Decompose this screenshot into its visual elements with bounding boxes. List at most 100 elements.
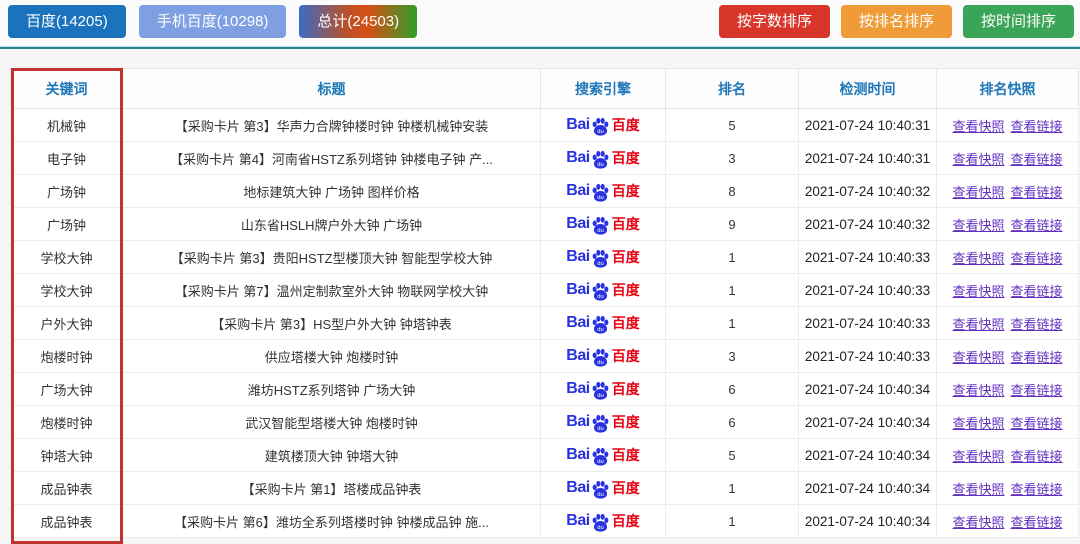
toolbar: 百度(14205) 手机百度(10298) 总计(24503) 按字数排序 按排… bbox=[0, 0, 1080, 46]
time-cell: 2021-07-24 10:40:32 bbox=[799, 208, 937, 241]
view-link-link[interactable]: 查看链接 bbox=[1011, 482, 1063, 497]
table-row: 广场大钟 潍坊HSTZ系列塔钟 广场大钟 Bai du 百度 6 2021-07… bbox=[11, 373, 1079, 406]
rank-cell: 1 bbox=[666, 307, 799, 340]
svg-text:du: du bbox=[597, 261, 603, 267]
view-snapshot-link[interactable]: 查看快照 bbox=[952, 317, 1004, 332]
title-cell: 山东省HSLH牌户外大钟 广场钟 bbox=[123, 208, 541, 241]
baidu-logo-bai-text: Bai bbox=[566, 248, 589, 266]
view-snapshot-link[interactable]: 查看快照 bbox=[952, 416, 1004, 431]
snapshot-cell: 查看快照查看链接 bbox=[937, 472, 1079, 505]
baidu-logo: Bai du 百度 bbox=[566, 214, 639, 234]
view-link-link[interactable]: 查看链接 bbox=[1011, 251, 1063, 266]
time-cell: 2021-07-24 10:40:32 bbox=[799, 175, 937, 208]
baidu-logo-bai-text: Bai bbox=[566, 413, 589, 431]
filter-baidu-button[interactable]: 百度(14205) bbox=[8, 5, 126, 38]
time-cell: 2021-07-24 10:40:34 bbox=[799, 505, 937, 538]
table-row: 学校大钟 【采购卡片 第7】温州定制款室外大钟 物联网学校大钟 Bai du 百… bbox=[11, 274, 1079, 307]
engine-cell: Bai du 百度 bbox=[541, 373, 666, 406]
baidu-logo: Bai du 百度 bbox=[566, 148, 639, 168]
baidu-logo-bai-text: Bai bbox=[566, 182, 589, 200]
view-link-link[interactable]: 查看链接 bbox=[1011, 416, 1063, 431]
baidu-logo-cn-text: 百度 bbox=[612, 181, 640, 201]
view-snapshot-link[interactable]: 查看快照 bbox=[952, 383, 1004, 398]
engine-cell: Bai du 百度 bbox=[541, 142, 666, 175]
view-snapshot-link[interactable]: 查看快照 bbox=[952, 119, 1004, 134]
engine-cell: Bai du 百度 bbox=[541, 307, 666, 340]
view-snapshot-link[interactable]: 查看快照 bbox=[952, 251, 1004, 266]
sort-by-time-button[interactable]: 按时间排序 bbox=[963, 5, 1074, 38]
table-row: 钟塔大钟 建筑楼顶大钟 钟塔大钟 Bai du 百度 5 2021-07-24 … bbox=[11, 439, 1079, 472]
baidu-logo: Bai du 百度 bbox=[566, 181, 639, 201]
engine-cell: Bai du 百度 bbox=[541, 439, 666, 472]
time-cell: 2021-07-24 10:40:33 bbox=[799, 274, 937, 307]
baidu-paw-icon: du bbox=[591, 381, 610, 400]
filter-button-group: 百度(14205) 手机百度(10298) 总计(24503) bbox=[8, 5, 417, 38]
rank-cell: 9 bbox=[666, 208, 799, 241]
time-cell: 2021-07-24 10:40:31 bbox=[799, 109, 937, 142]
view-link-link[interactable]: 查看链接 bbox=[1011, 449, 1063, 464]
view-snapshot-link[interactable]: 查看快照 bbox=[952, 515, 1004, 530]
time-cell: 2021-07-24 10:40:34 bbox=[799, 406, 937, 439]
view-snapshot-link[interactable]: 查看快照 bbox=[952, 218, 1004, 233]
rank-cell: 3 bbox=[666, 340, 799, 373]
title-cell: 潍坊HSTZ系列塔钟 广场大钟 bbox=[123, 373, 541, 406]
view-link-link[interactable]: 查看链接 bbox=[1011, 185, 1063, 200]
baidu-paw-icon: du bbox=[591, 414, 610, 433]
baidu-paw-icon: du bbox=[591, 183, 610, 202]
table-row: 电子钟 【采购卡片 第4】河南省HSTZ系列塔钟 钟楼电子钟 产... Bai … bbox=[11, 142, 1079, 175]
keyword-cell: 广场钟 bbox=[11, 175, 123, 208]
view-link-link[interactable]: 查看链接 bbox=[1011, 218, 1063, 233]
svg-text:du: du bbox=[597, 426, 603, 432]
header-rank: 排名 bbox=[666, 69, 799, 109]
time-cell: 2021-07-24 10:40:31 bbox=[799, 142, 937, 175]
snapshot-cell: 查看快照查看链接 bbox=[937, 406, 1079, 439]
table-row: 炮楼时钟 供应塔楼大钟 炮楼时钟 Bai du 百度 3 2021-07-24 … bbox=[11, 340, 1079, 373]
svg-text:du: du bbox=[597, 162, 603, 168]
sort-by-wordcount-button[interactable]: 按字数排序 bbox=[719, 5, 830, 38]
keyword-cell: 户外大钟 bbox=[11, 307, 123, 340]
snapshot-cell: 查看快照查看链接 bbox=[937, 307, 1079, 340]
view-link-link[interactable]: 查看链接 bbox=[1011, 317, 1063, 332]
baidu-logo: Bai du 百度 bbox=[566, 346, 639, 366]
baidu-logo-bai-text: Bai bbox=[566, 149, 589, 167]
baidu-logo: Bai du 百度 bbox=[566, 247, 639, 267]
keyword-cell: 广场大钟 bbox=[11, 373, 123, 406]
filter-mobile-baidu-button[interactable]: 手机百度(10298) bbox=[139, 5, 287, 38]
engine-cell: Bai du 百度 bbox=[541, 472, 666, 505]
view-link-link[interactable]: 查看链接 bbox=[1011, 152, 1063, 167]
svg-text:du: du bbox=[597, 525, 603, 531]
engine-cell: Bai du 百度 bbox=[541, 241, 666, 274]
filter-total-button[interactable]: 总计(24503) bbox=[299, 5, 417, 38]
title-cell: 【采购卡片 第6】潍坊全系列塔楼时钟 钟楼成品钟 施... bbox=[123, 505, 541, 538]
baidu-logo-cn-text: 百度 bbox=[612, 247, 640, 267]
svg-text:du: du bbox=[597, 327, 603, 333]
view-snapshot-link[interactable]: 查看快照 bbox=[952, 284, 1004, 299]
view-link-link[interactable]: 查看链接 bbox=[1011, 350, 1063, 365]
view-snapshot-link[interactable]: 查看快照 bbox=[952, 350, 1004, 365]
table-row: 炮楼时钟 武汉智能型塔楼大钟 炮楼时钟 Bai du 百度 6 2021-07-… bbox=[11, 406, 1079, 439]
sort-by-rank-button[interactable]: 按排名排序 bbox=[841, 5, 952, 38]
view-link-link[interactable]: 查看链接 bbox=[1011, 119, 1063, 134]
keyword-cell: 成品钟表 bbox=[11, 505, 123, 538]
view-link-link[interactable]: 查看链接 bbox=[1011, 284, 1063, 299]
keyword-cell: 电子钟 bbox=[11, 142, 123, 175]
view-snapshot-link[interactable]: 查看快照 bbox=[952, 482, 1004, 497]
view-snapshot-link[interactable]: 查看快照 bbox=[952, 449, 1004, 464]
keyword-cell: 炮楼时钟 bbox=[11, 406, 123, 439]
title-cell: 建筑楼顶大钟 钟塔大钟 bbox=[123, 439, 541, 472]
view-link-link[interactable]: 查看链接 bbox=[1011, 383, 1063, 398]
snapshot-cell: 查看快照查看链接 bbox=[937, 373, 1079, 406]
svg-text:du: du bbox=[597, 294, 603, 300]
view-snapshot-link[interactable]: 查看快照 bbox=[952, 152, 1004, 167]
title-cell: 武汉智能型塔楼大钟 炮楼时钟 bbox=[123, 406, 541, 439]
table-row: 成品钟表 【采购卡片 第1】塔楼成品钟表 Bai du 百度 1 2021-07… bbox=[11, 472, 1079, 505]
view-snapshot-link[interactable]: 查看快照 bbox=[952, 185, 1004, 200]
baidu-logo-bai-text: Bai bbox=[566, 116, 589, 134]
view-link-link[interactable]: 查看链接 bbox=[1011, 515, 1063, 530]
table-row: 广场钟 地标建筑大钟 广场钟 图样价格 Bai du 百度 8 2021-07-… bbox=[11, 175, 1079, 208]
title-cell: 地标建筑大钟 广场钟 图样价格 bbox=[123, 175, 541, 208]
svg-text:du: du bbox=[597, 195, 603, 201]
table-row: 机械钟 【采购卡片 第3】华声力合牌钟楼时钟 钟楼机械钟安装 Bai du 百度… bbox=[11, 109, 1079, 142]
svg-text:du: du bbox=[597, 492, 603, 498]
rank-cell: 1 bbox=[666, 241, 799, 274]
